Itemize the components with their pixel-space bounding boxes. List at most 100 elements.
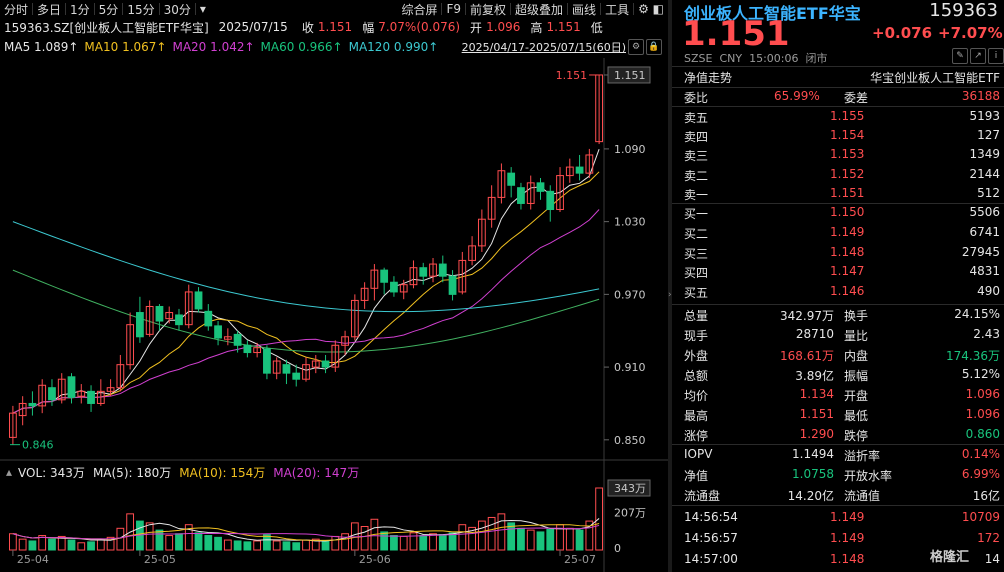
stat-value: 1.096 [965,407,1000,421]
bid-price: 1.148 [830,244,865,259]
candle-body [321,360,330,368]
candle-body [67,376,76,398]
divider [672,505,1004,506]
y-tick-label: 1.030 [614,216,646,229]
ma60-line [12,221,600,313]
change-value: 7.07%(0.076) [378,20,461,34]
volume-bar [360,526,369,551]
panel-icon-group: ✎ ↗ i [950,48,1004,64]
ma20-legend: MA20 1.042↑ [172,40,255,54]
ask-volume: 1349 [969,147,1000,162]
ask-volume: 5193 [969,109,1000,123]
ask-volume: 127 [977,128,1000,143]
y-tick-label: 1.090 [614,143,646,156]
volume-bar [321,540,330,551]
volume-bar [390,535,398,551]
volume-bar [526,529,535,551]
lock-icon[interactable]: 🔒 [646,39,662,55]
etf-stat-label: 溢折率 [844,449,881,463]
volume-bar [263,534,271,551]
volume-bar [116,527,125,551]
bid-price: 1.147 [830,264,865,279]
candle-body [546,190,555,211]
candle-body [243,344,252,354]
date-range[interactable]: 2025/04/17-2025/07/15(60日) [462,39,626,55]
tool-button-5[interactable]: 工具 [601,1,633,18]
candlestick-chart[interactable]: 1.151 1.090 1.030 0.970 0.910 0.850 1.151 0.846… [0,58,668,572]
etf-stat-value: 14.20亿 [787,489,834,503]
volume-legend: ▴ VOL: 343万 MA(5): 180万 MA(10): 154万 MA(… [0,464,359,480]
stat-label: 量比 [844,329,869,343]
etf-stat-row: 净值 1.0758 开放水率 6.99% [684,465,1000,485]
nav-row[interactable]: 净值走势 华宝创业板人工智能ETF [684,67,1000,87]
info-icon[interactable]: i [988,48,1004,64]
candle-body [390,281,398,293]
volume-bar [253,540,262,551]
ma5-legend: MA5 1.089↑ [4,40,79,54]
settings-icon[interactable]: ⚙ [628,39,644,55]
candle-body [263,348,271,374]
volume-bar [175,533,183,551]
ask-price: 1.151 [830,185,865,200]
stat-label: 内盘 [844,349,869,363]
period-tab-0[interactable]: 分时 [0,1,32,18]
etf-stat-value: 0.14% [961,447,1000,461]
bid-label: 买一 [684,207,709,221]
tool-button-0[interactable]: 综合屏 [397,1,441,18]
period-tab-2[interactable]: 1分 [66,1,94,18]
edit-icon[interactable]: ✎ [952,48,968,64]
y-tick-label: 0.850 [614,434,646,447]
bid-label: 买三 [684,246,709,261]
collapse-arrow-icon[interactable]: › [668,290,672,300]
candle-body [204,310,213,327]
high-marker-label: 1.151 [556,69,588,82]
volume-bar [77,542,86,551]
toolbar-extra-icons[interactable]: ⚙ ◧ [634,2,668,16]
ask-row: 卖三 1.153 1349 [684,145,1000,165]
share-icon[interactable]: ↗ [970,48,986,64]
stat-value: 1.151 [799,407,834,421]
ask-price: 1.152 [830,166,865,181]
low-marker-label: 0.846 [22,439,54,452]
tool-button-2[interactable]: 前复权 [466,1,510,18]
tick-price: 1.149 [830,531,865,545]
close-value: 1.151 [317,20,353,34]
stat-value: 28710 [795,327,834,341]
period-tab-4[interactable]: 15分 [123,1,158,18]
candle-body [575,166,584,174]
stat-label: 振幅 [844,369,869,383]
tool-button-3[interactable]: 超级叠加 [511,1,567,18]
candle-body [517,187,525,204]
volume-bar [458,524,467,551]
volume-y-tick-label: 0 [614,542,621,555]
etf-stat-label: IOPV [684,447,713,461]
volume-bar [67,539,76,551]
period-tab-5[interactable]: 30分 [160,1,195,18]
ask-row: 卖一 1.151 512 [684,184,1000,204]
tool-button-4[interactable]: 画线 [568,1,600,18]
quote-date: 2025/07/15 [218,20,288,34]
period-tab-1[interactable]: 多日 [33,1,65,18]
open-value: 1.096 [486,20,521,34]
volume-collapse-icon[interactable]: ▴ [6,465,12,479]
period-dropdown-icon[interactable]: ▾ [196,2,210,16]
stat-row: 总量 342.97万 换手 24.15% [684,305,1000,325]
tool-button-1[interactable]: F9 [442,2,465,16]
candle-body [380,269,389,283]
panel-splitter[interactable] [668,0,672,572]
volume-bar [409,532,418,551]
volume-bar [18,538,27,551]
ask-label: 卖一 [684,187,709,202]
weicha-label: 委差 [844,91,869,105]
etf-stat-label: 净值 [684,469,709,483]
volume-bar [438,534,447,551]
volume-bar [87,541,95,551]
volume-tag-label: 343万 [614,482,646,495]
stat-value: 1.290 [799,427,834,441]
period-tab-3[interactable]: 5分 [95,1,123,18]
bid-row: 买一 1.150 5506 [684,203,1000,223]
close-label: 收 [301,20,314,35]
etf-stat-row: IOPV 1.1494 溢折率 0.14% [684,445,1000,465]
stat-label: 涨停 [684,429,709,443]
ma10-legend: MA10 1.067↑ [84,40,167,54]
